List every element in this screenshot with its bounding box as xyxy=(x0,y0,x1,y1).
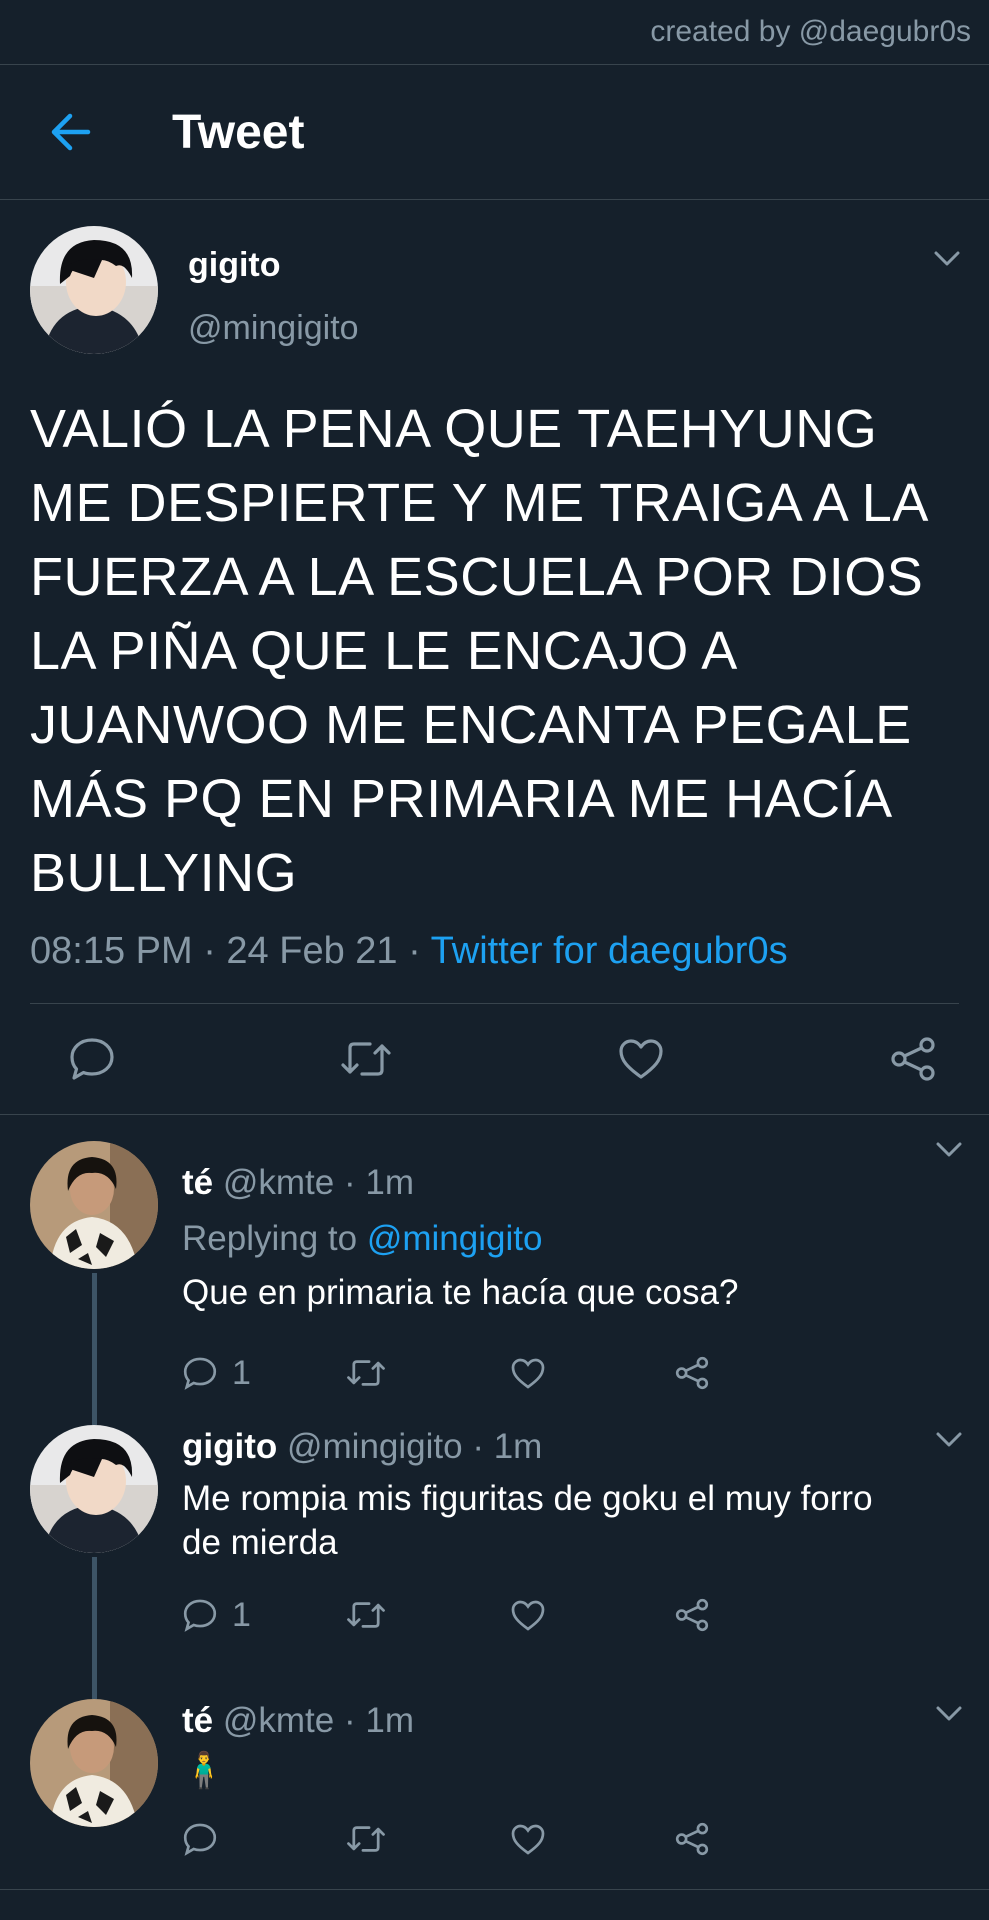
reply-header: té @kmte · 1m xyxy=(182,1701,909,1741)
reply-icon xyxy=(70,1038,114,1080)
share-button[interactable] xyxy=(674,1356,838,1390)
reply-text: Que en primaria te hacía que cosa? xyxy=(182,1273,739,1312)
share-icon xyxy=(675,1822,709,1856)
reply-time: · 1m xyxy=(343,1163,414,1202)
reply-icon xyxy=(183,1823,217,1856)
retweet-icon xyxy=(347,1826,385,1852)
reply-count: 1 xyxy=(232,1353,251,1392)
share-icon xyxy=(675,1598,709,1632)
like-button[interactable] xyxy=(510,1599,674,1632)
reply-actions: 1 xyxy=(182,1593,909,1637)
reply-icon xyxy=(183,1357,217,1390)
avatar[interactable] xyxy=(30,226,158,354)
reply-text: Me rompia mis figuritas de goku el muy f… xyxy=(182,1479,873,1562)
thread-line xyxy=(91,1273,97,1415)
share-icon xyxy=(891,1037,935,1081)
tweet-timestamp: 08:15 PM · 24 Feb 21 · xyxy=(30,930,431,972)
reply-button[interactable]: 1 xyxy=(182,1354,346,1393)
retweet-button[interactable] xyxy=(346,1823,510,1855)
retweet-button[interactable] xyxy=(346,1599,510,1631)
like-icon xyxy=(511,1824,545,1855)
thread-line xyxy=(91,1557,97,1689)
retweet-icon xyxy=(347,1360,385,1386)
chevron-down-icon[interactable] xyxy=(933,250,961,268)
replying-to-prefix: Replying to xyxy=(182,1219,367,1258)
reply-tweet[interactable]: gigito @mingigito · 1m Me rompia mis fig… xyxy=(0,1415,989,1689)
share-button[interactable] xyxy=(889,1036,937,1082)
retweet-icon xyxy=(347,1602,385,1628)
reply-button[interactable] xyxy=(68,1036,116,1082)
share-button[interactable] xyxy=(674,1822,838,1856)
avatar[interactable] xyxy=(30,1141,158,1269)
like-icon xyxy=(511,1358,545,1389)
reply-header: té @kmte · 1m xyxy=(182,1163,909,1203)
avatar[interactable] xyxy=(30,1699,158,1827)
retweet-icon xyxy=(341,1042,391,1076)
reply-author-name[interactable]: té xyxy=(182,1701,213,1740)
reply-author-handle[interactable]: @kmte xyxy=(223,1701,334,1740)
like-button[interactable] xyxy=(510,1357,674,1390)
tweet-source-link[interactable]: Twitter for daegubr0s xyxy=(431,930,788,972)
thread-line xyxy=(91,1689,97,1699)
main-tweet: gigito @mingigito VALIÓ LA PENA QUE TAEH… xyxy=(0,200,989,1004)
back-button[interactable] xyxy=(34,96,106,168)
thread-line xyxy=(91,1415,97,1425)
avatar[interactable] xyxy=(30,1425,158,1553)
reply-tweet[interactable]: té @kmte · 1m 🧍‍♂️ xyxy=(0,1689,989,1890)
page-title: Tweet xyxy=(172,105,305,159)
watermark: created by @daegubr0s xyxy=(0,0,989,65)
retweet-button[interactable] xyxy=(340,1038,392,1080)
tweet-text: VALIÓ LA PENA QUE TAEHYUNG ME DESPIERTE … xyxy=(30,399,926,903)
reply-author-name[interactable]: gigito xyxy=(182,1427,277,1466)
share-button[interactable] xyxy=(674,1598,838,1632)
replying-to-link[interactable]: @mingigito xyxy=(367,1219,543,1258)
reply-author-handle[interactable]: @kmte xyxy=(223,1163,334,1202)
replying-to-line: Replying to @mingigito xyxy=(182,1217,909,1261)
chevron-down-icon[interactable] xyxy=(935,1141,963,1159)
reply-button[interactable] xyxy=(182,1822,346,1856)
retweet-button[interactable] xyxy=(346,1357,510,1389)
reply-time: · 1m xyxy=(472,1427,543,1466)
share-icon xyxy=(675,1356,709,1390)
reply-tweet[interactable]: té @kmte · 1m Replying to @mingigito Que… xyxy=(0,1115,989,1415)
reply-time: · 1m xyxy=(343,1701,414,1740)
top-bar: Tweet xyxy=(0,65,989,200)
reply-text: 🧍‍♂️ xyxy=(182,1751,226,1790)
tweet-actions xyxy=(0,1004,989,1115)
author-name[interactable]: gigito xyxy=(188,246,359,285)
tweet-meta: 08:15 PM · 24 Feb 21 · Twitter for daegu… xyxy=(30,930,959,1004)
like-icon xyxy=(511,1600,545,1631)
reply-author-handle[interactable]: @mingigito xyxy=(287,1427,463,1466)
reply-button[interactable]: 1 xyxy=(182,1596,346,1635)
reply-author-name[interactable]: té xyxy=(182,1163,213,1202)
reply-icon xyxy=(183,1599,217,1632)
like-button[interactable] xyxy=(510,1823,674,1856)
like-button[interactable] xyxy=(617,1037,665,1081)
reply-actions: 1 xyxy=(182,1351,909,1395)
chevron-down-icon[interactable] xyxy=(935,1705,963,1723)
author-handle[interactable]: @mingigito xyxy=(188,309,359,348)
chevron-down-icon[interactable] xyxy=(935,1431,963,1449)
reply-header: gigito @mingigito · 1m xyxy=(182,1427,909,1467)
like-icon xyxy=(619,1039,663,1079)
arrow-left-icon xyxy=(51,113,91,151)
reply-count: 1 xyxy=(232,1595,251,1634)
reply-actions xyxy=(182,1817,909,1861)
